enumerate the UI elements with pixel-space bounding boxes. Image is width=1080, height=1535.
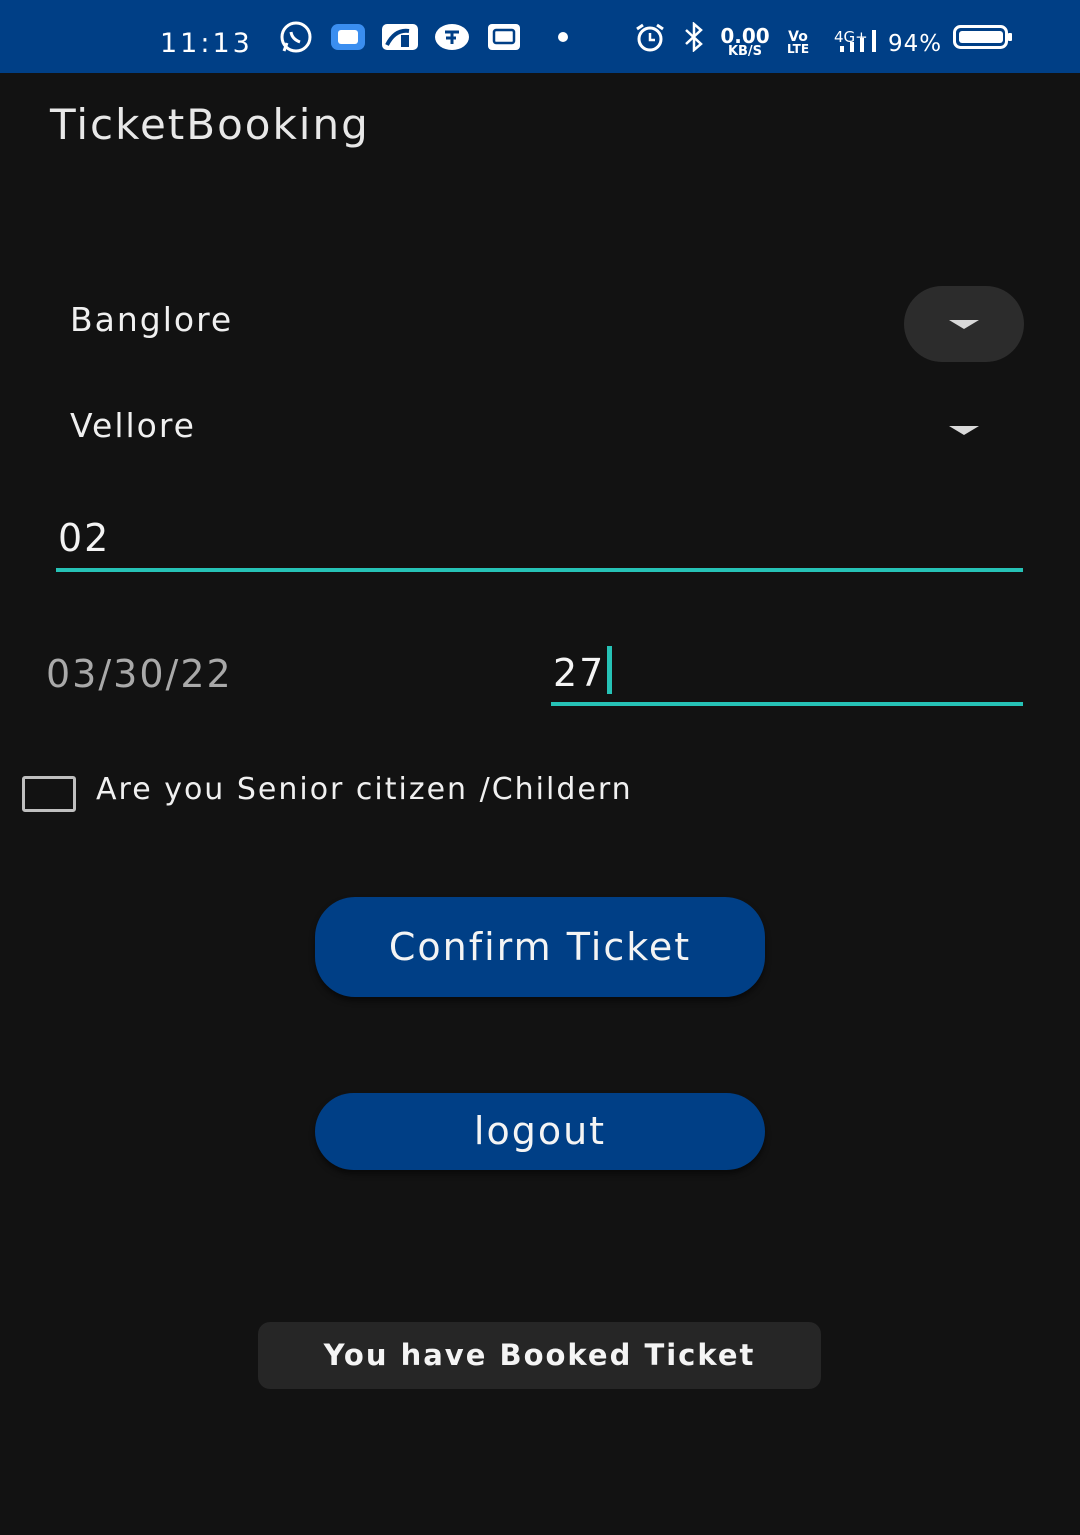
passenger-count-field[interactable]: 02	[56, 510, 1023, 572]
app-icon	[381, 0, 419, 73]
dropdown-button[interactable]	[904, 286, 1024, 362]
caret-down-icon	[949, 319, 979, 329]
logout-button[interactable]: logout	[315, 1093, 765, 1170]
message-icon	[487, 0, 521, 73]
text-cursor	[607, 646, 613, 694]
volte-badge: Vo LTE	[786, 30, 810, 56]
dot-icon	[557, 0, 569, 73]
net-speed-value: 0.00	[720, 24, 770, 48]
toast-message: You have Booked Ticket	[258, 1322, 821, 1389]
passenger-count-value: 02	[58, 516, 111, 560]
alarm-icon	[634, 0, 666, 73]
paytm-icon	[434, 0, 470, 73]
battery-icon	[953, 0, 1013, 73]
from-city-value: Banglore	[70, 300, 234, 339]
caret-down-icon	[949, 425, 979, 435]
chat-icon	[330, 0, 366, 73]
age-field[interactable]: 27	[551, 640, 1023, 706]
whatsapp-icon	[278, 0, 314, 73]
senior-citizen-checkbox[interactable]	[22, 776, 76, 812]
confirm-ticket-button[interactable]: Confirm Ticket	[315, 897, 765, 997]
senior-citizen-label[interactable]: Are you Senior citizen /Childern	[96, 772, 633, 807]
bluetooth-icon	[682, 0, 706, 73]
volte-bottom: LTE	[786, 42, 810, 56]
status-bar: 11:13 0.00 KB/S Vo LTE 4G+ 94%	[0, 0, 1080, 73]
net-speed: 0.00 KB/S	[720, 24, 770, 60]
battery-percent: 94%	[888, 31, 943, 57]
travel-date[interactable]: 03/30/22	[46, 652, 233, 696]
to-city-spinner[interactable]: Vellore	[56, 392, 1024, 472]
status-time: 11:13	[160, 28, 253, 59]
page-title: TicketBooking	[50, 100, 370, 149]
to-city-value: Vellore	[70, 406, 196, 445]
dropdown-button[interactable]	[904, 392, 1024, 468]
age-value: 27	[553, 651, 606, 695]
from-city-spinner[interactable]: Banglore	[56, 286, 1024, 366]
signal-icon	[836, 0, 882, 73]
